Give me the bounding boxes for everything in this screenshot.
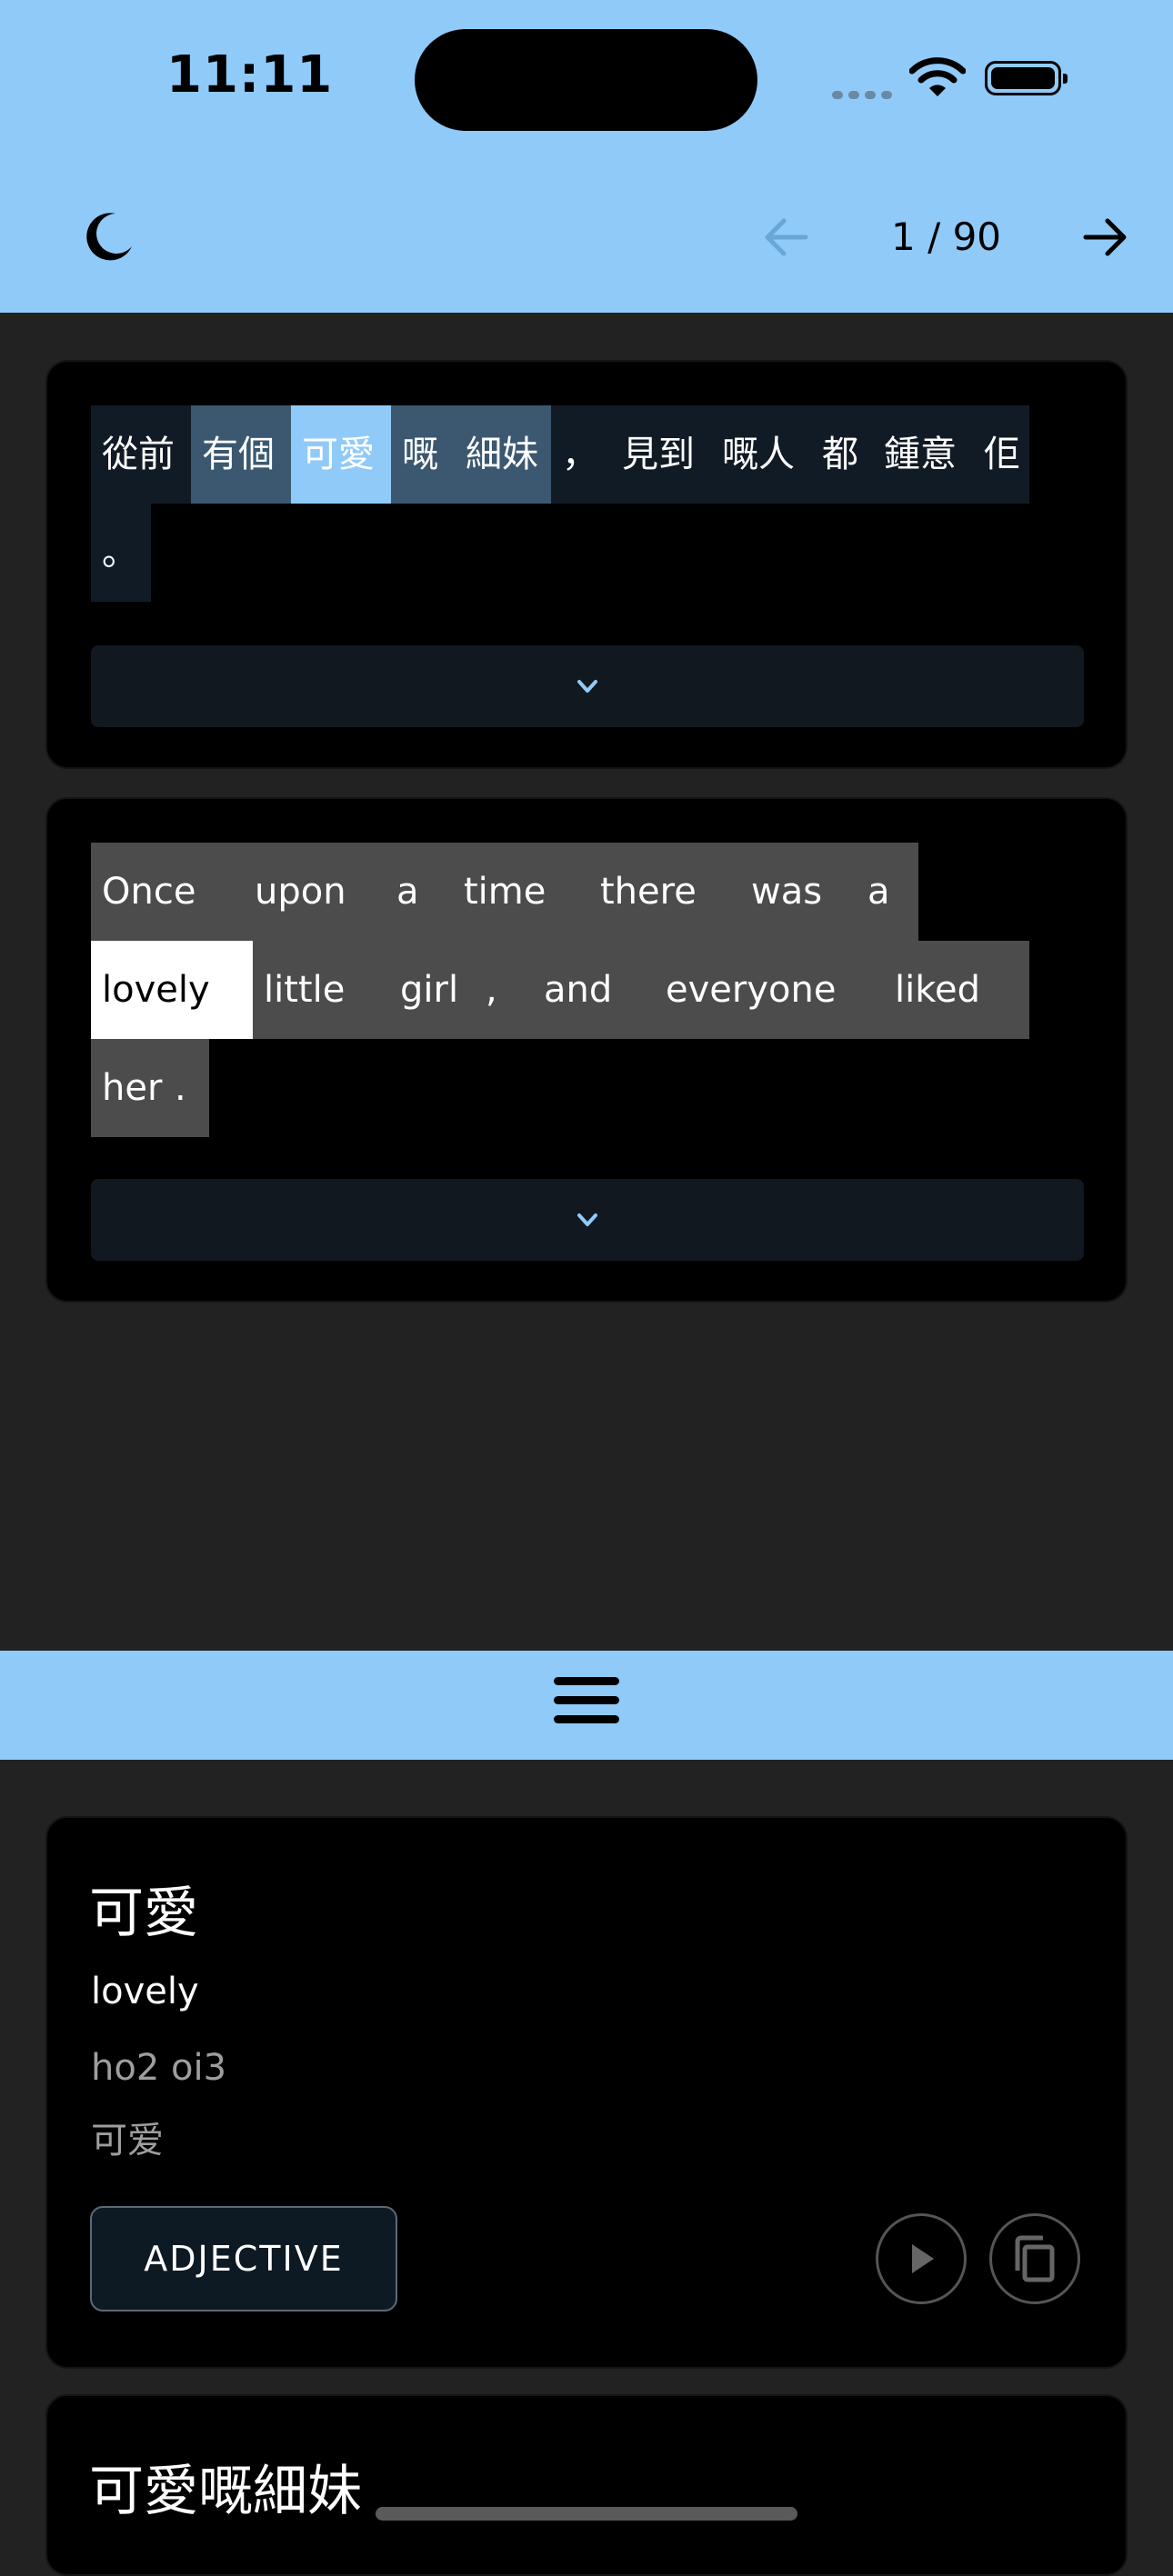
arrow-left-icon[interactable] [762, 214, 809, 261]
cellular-signal-icon [832, 85, 897, 103]
dynamic-island [415, 29, 757, 131]
source-token[interactable]: 鍾意 [873, 405, 973, 504]
arrow-right-icon[interactable] [1082, 214, 1129, 261]
source-token[interactable]: 嘅 [391, 405, 455, 504]
translation-token[interactable]: there [589, 843, 740, 941]
source-token[interactable]: 從前 [91, 405, 191, 504]
translation-token[interactable]: a [386, 843, 453, 941]
translation-token[interactable]: Once [91, 843, 244, 941]
source-token[interactable]: 見到 [611, 405, 711, 504]
translation-sentence-card: Once upon a time there was a lovely litt… [45, 797, 1128, 1303]
translation-token[interactable]: and [533, 941, 655, 1039]
part-of-speech-badge[interactable]: ADJECTIVE [90, 2206, 397, 2311]
source-token[interactable]: 佢 [973, 405, 1029, 504]
translation-token[interactable]: a [857, 843, 918, 941]
moon-icon[interactable] [83, 210, 135, 263]
source-token-selected[interactable]: 可愛 [291, 405, 391, 504]
translation-token-selected[interactable]: lovely [91, 941, 253, 1039]
translation-token[interactable]: time [453, 843, 589, 941]
definition-word: 可愛嘅細妹 [89, 2460, 362, 2523]
source-token[interactable]: 。 [91, 504, 151, 602]
source-token[interactable]: 細妹 [455, 405, 551, 504]
hamburger-icon[interactable] [554, 1677, 619, 1734]
translation-token[interactable]: . [164, 1039, 209, 1137]
expand-source-button[interactable] [91, 645, 1084, 727]
definition-romanization: ho2 oi3 [91, 2047, 227, 2089]
chevron-down-icon [577, 1213, 597, 1226]
definition-alt-script: 可爱 [91, 2120, 164, 2162]
translation-token[interactable]: everyone [655, 941, 884, 1039]
translation-token[interactable]: , [475, 941, 533, 1039]
translation-token[interactable]: liked [884, 941, 1029, 1039]
source-sentence-card: 從前 有個 可愛 嘅 細妹 ， 見到 嘅人 都 鍾意 佢 。 [45, 360, 1128, 769]
status-time: 11:11 [166, 45, 334, 105]
translation-token[interactable]: little [253, 941, 389, 1039]
home-indicator[interactable] [376, 2507, 797, 2521]
translation-token[interactable]: was [740, 843, 857, 941]
copy-icon [1015, 2235, 1055, 2282]
translation-token[interactable]: her [91, 1039, 164, 1137]
definition-meaning: lovely [91, 1971, 199, 2012]
source-token[interactable]: 嘅人 [711, 405, 811, 504]
definition-word: 可愛 [89, 1882, 198, 1945]
play-icon [912, 2244, 934, 2273]
chevron-down-icon [577, 680, 597, 693]
source-token[interactable]: ， [551, 405, 611, 504]
expand-translation-button[interactable] [91, 1179, 1084, 1261]
wifi-icon [909, 57, 966, 96]
copy-button[interactable] [989, 2213, 1080, 2304]
play-audio-button[interactable] [876, 2213, 967, 2304]
source-token[interactable]: 都 [811, 405, 873, 504]
translation-token[interactable]: upon [244, 843, 386, 941]
translation-token[interactable]: girl [389, 941, 475, 1039]
source-token[interactable]: 有個 [191, 405, 291, 504]
page-indicator: 1 / 90 [891, 215, 1002, 259]
battery-icon [985, 61, 1068, 95]
